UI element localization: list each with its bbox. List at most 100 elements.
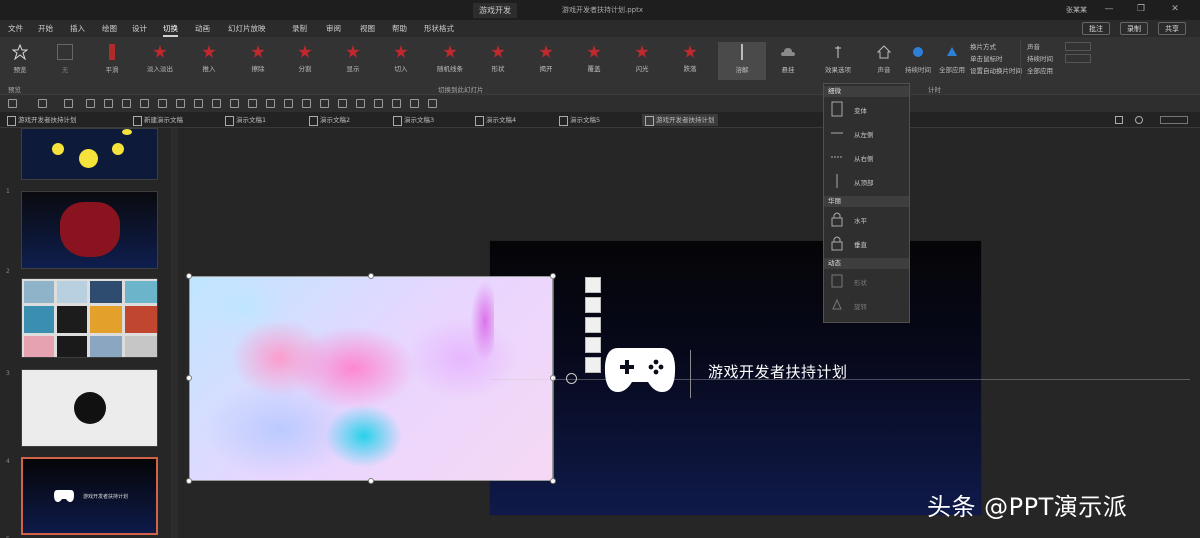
resize-handle[interactable]	[186, 478, 192, 484]
dropdown-item[interactable]: 变体	[824, 98, 909, 120]
crop-mini-icon[interactable]	[585, 317, 601, 333]
share-button[interactable]: 共享	[1158, 22, 1186, 35]
advance-method[interactable]: 换片方式	[970, 41, 996, 51]
tab-draw[interactable]: 绘图	[102, 23, 117, 34]
crop-icon[interactable]	[284, 99, 293, 108]
align-right-icon[interactable]	[140, 99, 149, 108]
tab-view[interactable]: 视图	[360, 23, 375, 34]
doc-tab-active[interactable]: 游戏开发者扶持计划	[642, 114, 718, 126]
format-painter-icon[interactable]	[86, 99, 95, 108]
duration-control[interactable]: 持续时间	[1027, 53, 1053, 63]
more-icon[interactable]	[428, 99, 437, 108]
comments-button[interactable]: 批注	[1082, 22, 1110, 35]
tab-help[interactable]: 帮助	[392, 23, 407, 34]
transition-uncover[interactable]: 揭开	[526, 42, 566, 80]
smartart-icon[interactable]	[410, 99, 419, 108]
chart-icon[interactable]	[392, 99, 401, 108]
transition-random-bars[interactable]: 随机线条	[430, 42, 470, 80]
transition-none[interactable]: 无	[45, 42, 85, 80]
tab-insert[interactable]: 插入	[70, 23, 85, 34]
tab-animations[interactable]: 动画	[195, 23, 210, 34]
transition-push[interactable]: 推入	[189, 42, 229, 80]
resize-handle[interactable]	[186, 375, 192, 381]
dropdown-item[interactable]: 垂直	[824, 232, 909, 254]
duration-spinner[interactable]	[1065, 54, 1091, 63]
send-backward-icon[interactable]	[230, 99, 239, 108]
tab-slideshow[interactable]: 幻灯片放映	[228, 23, 266, 34]
doc-tab[interactable]: 新建演示文稿	[130, 114, 186, 126]
transition-flash[interactable]: 闪光	[622, 42, 662, 80]
shape-fill-icon[interactable]	[302, 99, 311, 108]
slide-thumbnail[interactable]	[21, 369, 158, 447]
table-icon[interactable]	[374, 99, 383, 108]
dropdown-item[interactable]: 旋转	[824, 294, 909, 316]
record-button[interactable]: 录制	[1120, 22, 1148, 35]
doc-tab[interactable]: 演示文稿5	[556, 114, 603, 126]
sound-dropdown[interactable]	[1065, 42, 1091, 51]
resize-handle[interactable]	[368, 478, 374, 484]
dropdown-item[interactable]: 从右侧	[824, 146, 909, 168]
doc-tab[interactable]: 演示文稿2	[306, 114, 353, 126]
doc-tab[interactable]: 演示文稿1	[222, 114, 269, 126]
save-icon[interactable]	[8, 99, 17, 108]
more-options-icon[interactable]	[585, 357, 601, 373]
resize-handle[interactable]	[186, 273, 192, 279]
apply-all-control[interactable]: 全部应用	[1027, 65, 1053, 75]
layout-icon[interactable]	[1115, 116, 1123, 124]
align-left-icon[interactable]	[104, 99, 113, 108]
transition-shape[interactable]: 形状	[478, 42, 518, 80]
text-box-icon[interactable]	[338, 99, 347, 108]
auto-advance-time[interactable]: 设置自动换片时间	[970, 65, 1022, 75]
undo-icon[interactable]	[38, 99, 47, 108]
transition-highlighted[interactable]: 溶解	[718, 42, 766, 80]
group-icon[interactable]	[176, 99, 185, 108]
sound-control[interactable]: 声音	[1027, 41, 1040, 51]
doc-tab[interactable]: 演示文稿4	[472, 114, 519, 126]
slide-title[interactable]: 游戏开发者扶持计划	[708, 361, 848, 382]
doc-tab[interactable]: 演示文稿3	[390, 114, 437, 126]
shape-outline-icon[interactable]	[320, 99, 329, 108]
restore-icon[interactable]: ❐	[1136, 4, 1146, 14]
effect-options-button[interactable]: 效果选项	[818, 42, 858, 80]
tab-record[interactable]: 录制	[292, 23, 307, 34]
tab-design[interactable]: 设计	[132, 23, 147, 34]
close-icon[interactable]: ✕	[1170, 4, 1180, 14]
slide-thumbnail[interactable]	[21, 128, 158, 180]
ungroup-icon[interactable]	[194, 99, 203, 108]
transition-split[interactable]: 分割	[285, 42, 325, 80]
minimize-icon[interactable]: —	[1104, 4, 1114, 14]
dropdown-item[interactable]: 从顶部	[824, 170, 909, 192]
user-name[interactable]: 张某某	[1066, 5, 1087, 15]
transition-drape[interactable]: 悬挂	[768, 42, 808, 80]
transition-fall-over[interactable]: 跌落	[670, 42, 710, 80]
layout-options-icon[interactable]	[585, 277, 601, 293]
transition-morph[interactable]: 平滑	[92, 42, 132, 80]
transition-reveal[interactable]: 显示	[333, 42, 373, 80]
transition-wipe[interactable]: 擦除	[238, 42, 278, 80]
tab-home[interactable]: 开始	[38, 23, 53, 34]
doc-tab[interactable]: 游戏开发者扶持计划	[4, 114, 80, 126]
resize-handle[interactable]	[368, 273, 374, 279]
picture-icon[interactable]	[356, 99, 365, 108]
rotate-icon[interactable]	[248, 99, 257, 108]
slide-thumbnail[interactable]	[21, 278, 158, 358]
align-center-icon[interactable]	[122, 99, 131, 108]
transition-cover[interactable]: 覆盖	[574, 42, 614, 80]
dropdown-item[interactable]: 水平	[824, 208, 909, 230]
thumbnail-scrollbar[interactable]	[171, 128, 178, 538]
distribute-icon[interactable]	[158, 99, 167, 108]
flip-icon[interactable]	[266, 99, 275, 108]
transition-fade[interactable]: 淡入淡出	[140, 42, 180, 80]
copy-icon[interactable]	[585, 297, 601, 313]
zoom-control[interactable]	[1160, 116, 1188, 124]
slide-thumbnail-selected[interactable]: 游戏开发者扶持计划	[21, 457, 158, 535]
option-blue-2[interactable]: 全部应用	[932, 42, 972, 80]
tab-transitions[interactable]: 切换	[163, 23, 178, 37]
on-mouse-click[interactable]: 单击鼠标时	[970, 53, 1003, 63]
tab-file[interactable]: 文件	[8, 23, 23, 34]
redo-icon[interactable]	[64, 99, 73, 108]
settings-icon[interactable]	[1135, 116, 1143, 124]
tab-review[interactable]: 审阅	[326, 23, 341, 34]
dropdown-item[interactable]: 形状	[824, 270, 909, 292]
transition-cut[interactable]: 切入	[381, 42, 421, 80]
